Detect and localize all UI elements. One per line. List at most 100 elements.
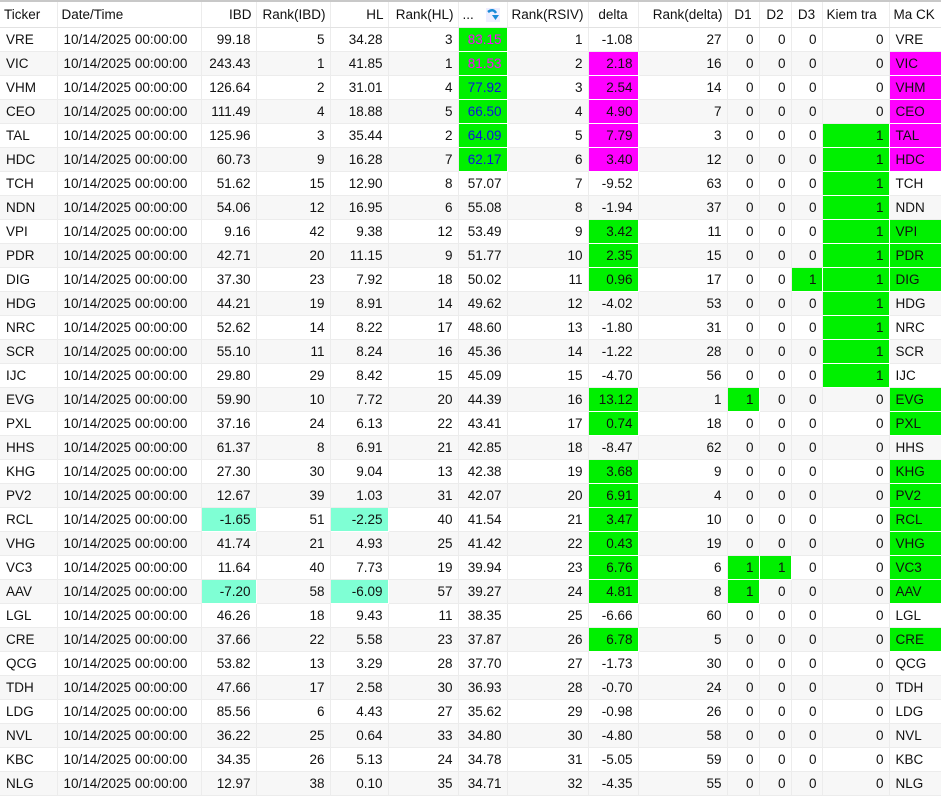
rank-delta-cell[interactable]: 4: [638, 483, 728, 508]
rank-hl-cell[interactable]: 23: [388, 627, 459, 652]
ibd-cell[interactable]: -7.20: [201, 579, 257, 604]
ibd-cell[interactable]: 126.64: [201, 75, 257, 100]
rank-rsiv-cell[interactable]: 18: [507, 435, 589, 460]
ma-ck-cell[interactable]: VC3: [889, 555, 941, 580]
kiem-tra-cell[interactable]: 1: [822, 339, 890, 364]
rank-hl-cell[interactable]: 13: [388, 459, 459, 484]
rank-delta-cell[interactable]: 15: [638, 243, 728, 268]
rsiv-cell[interactable]: 39.27: [458, 579, 508, 604]
datetime-cell[interactable]: 10/14/2025 00:00:00: [57, 435, 202, 460]
d1-cell[interactable]: 0: [727, 99, 760, 124]
ticker-cell[interactable]: NLG: [0, 771, 58, 796]
datetime-cell[interactable]: 10/14/2025 00:00:00: [57, 99, 202, 124]
d1-cell[interactable]: 0: [727, 315, 760, 340]
d1-cell[interactable]: 1: [727, 579, 760, 604]
ibd-cell[interactable]: -1.65: [201, 507, 257, 532]
ticker-cell[interactable]: AAV: [0, 579, 58, 604]
delta-cell[interactable]: 7.79: [588, 123, 639, 148]
hl-cell[interactable]: 2.58: [330, 675, 389, 700]
datetime-cell[interactable]: 10/14/2025 00:00:00: [57, 387, 202, 412]
rsiv-cell[interactable]: 48.60: [458, 315, 508, 340]
delta-cell[interactable]: 6.78: [588, 627, 639, 652]
ma-ck-cell[interactable]: NRC: [889, 315, 941, 340]
d2-cell[interactable]: 0: [759, 267, 792, 292]
kiem-tra-cell[interactable]: 0: [822, 459, 890, 484]
d3-cell[interactable]: 0: [791, 747, 823, 772]
rsiv-cell[interactable]: 44.39: [458, 387, 508, 412]
hl-cell[interactable]: 8.24: [330, 339, 389, 364]
rank-hl-cell[interactable]: 2: [388, 123, 459, 148]
d2-cell[interactable]: 0: [759, 387, 792, 412]
ibd-cell[interactable]: 36.22: [201, 723, 257, 748]
kiem-tra-cell[interactable]: 0: [822, 531, 890, 556]
kiem-tra-cell[interactable]: 0: [822, 651, 890, 676]
ibd-cell[interactable]: 46.26: [201, 603, 257, 628]
rsiv-cell[interactable]: 49.62: [458, 291, 508, 316]
ma-ck-cell[interactable]: VRE: [889, 27, 941, 52]
hl-cell[interactable]: 5.13: [330, 747, 389, 772]
rsiv-cell[interactable]: 37.87: [458, 627, 508, 652]
d3-cell[interactable]: 0: [791, 99, 823, 124]
ticker-cell[interactable]: VRE: [0, 27, 58, 52]
delta-cell[interactable]: 3.42: [588, 219, 639, 244]
d2-cell[interactable]: 0: [759, 459, 792, 484]
ma-ck-cell[interactable]: NLG: [889, 771, 941, 796]
hl-cell[interactable]: 12.90: [330, 171, 389, 196]
delta-cell[interactable]: -9.52: [588, 171, 639, 196]
kiem-tra-cell[interactable]: 0: [822, 387, 890, 412]
rank-ibd-cell[interactable]: 25: [256, 723, 331, 748]
d2-cell[interactable]: 0: [759, 147, 792, 172]
rank-delta-cell[interactable]: 60: [638, 603, 728, 628]
ma-ck-cell[interactable]: PV2: [889, 483, 941, 508]
rank-ibd-cell[interactable]: 5: [256, 27, 331, 52]
rsiv-cell[interactable]: 55.08: [458, 195, 508, 220]
kiem-tra-cell[interactable]: 1: [822, 147, 890, 172]
kiem-tra-cell[interactable]: 0: [822, 603, 890, 628]
d1-cell[interactable]: 0: [727, 195, 760, 220]
table-row[interactable]: LDG 10/14/2025 00:00:00 85.56 6 4.43 27 35.62 2…: [0, 699, 941, 724]
column-header-hl[interactable]: HL: [330, 2, 389, 28]
rank-delta-cell[interactable]: 56: [638, 363, 728, 388]
d3-cell[interactable]: 0: [791, 723, 823, 748]
d1-cell[interactable]: 0: [727, 27, 760, 52]
table-row[interactable]: VPI 10/14/2025 00:00:00 9.16 42 9.38 12 53.49 9…: [0, 219, 941, 244]
rank-delta-cell[interactable]: 6: [638, 555, 728, 580]
rank-delta-cell[interactable]: 3: [638, 123, 728, 148]
rank-delta-cell[interactable]: 10: [638, 507, 728, 532]
rank-hl-cell[interactable]: 35: [388, 771, 459, 796]
rsiv-cell[interactable]: 62.17: [458, 147, 508, 172]
ibd-cell[interactable]: 9.16: [201, 219, 257, 244]
rank-rsiv-cell[interactable]: 12: [507, 291, 589, 316]
kiem-tra-cell[interactable]: 1: [822, 267, 890, 292]
d3-cell[interactable]: 0: [791, 483, 823, 508]
rank-rsiv-cell[interactable]: 10: [507, 243, 589, 268]
kiem-tra-cell[interactable]: 1: [822, 171, 890, 196]
datetime-cell[interactable]: 10/14/2025 00:00:00: [57, 771, 202, 796]
rank-hl-cell[interactable]: 4: [388, 75, 459, 100]
rank-rsiv-cell[interactable]: 8: [507, 195, 589, 220]
datetime-cell[interactable]: 10/14/2025 00:00:00: [57, 123, 202, 148]
ticker-cell[interactable]: VC3: [0, 555, 58, 580]
ticker-cell[interactable]: HDC: [0, 147, 58, 172]
d1-cell[interactable]: 0: [727, 219, 760, 244]
d2-cell[interactable]: 0: [759, 363, 792, 388]
rank-delta-cell[interactable]: 14: [638, 75, 728, 100]
rank-hl-cell[interactable]: 8: [388, 171, 459, 196]
d2-cell[interactable]: 0: [759, 699, 792, 724]
table-row[interactable]: HHS 10/14/2025 00:00:00 61.37 8 6.91 21 42.85 1…: [0, 435, 941, 460]
ibd-cell[interactable]: 243.43: [201, 51, 257, 76]
rank-rsiv-cell[interactable]: 25: [507, 603, 589, 628]
rsiv-cell[interactable]: 43.41: [458, 411, 508, 436]
rank-hl-cell[interactable]: 12: [388, 219, 459, 244]
d1-cell[interactable]: 0: [727, 483, 760, 508]
rsiv-cell[interactable]: 35.62: [458, 699, 508, 724]
ibd-cell[interactable]: 12.97: [201, 771, 257, 796]
table-row[interactable]: NDN 10/14/2025 00:00:00 54.06 12 16.95 6 55.08…: [0, 195, 941, 220]
rank-hl-cell[interactable]: 27: [388, 699, 459, 724]
column-header-delta[interactable]: delta: [588, 2, 639, 28]
table-row[interactable]: LGL 10/14/2025 00:00:00 46.26 18 9.43 11 38.35…: [0, 603, 941, 628]
column-header-ticker[interactable]: Ticker: [0, 2, 58, 28]
rank-delta-cell[interactable]: 9: [638, 459, 728, 484]
d2-cell[interactable]: 0: [759, 579, 792, 604]
sort-descending-icon[interactable]: [485, 8, 500, 23]
